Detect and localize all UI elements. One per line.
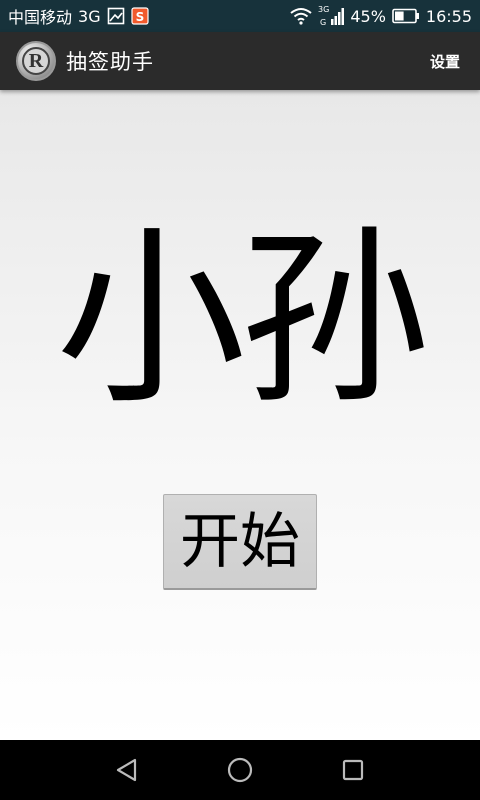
recents-button[interactable] <box>323 740 383 800</box>
status-bar: 中国移动 3G S 3G G 45% 16:55 <box>0 0 480 32</box>
app-logo-icon[interactable]: R <box>16 41 56 81</box>
svg-text:3G: 3G <box>318 5 329 14</box>
home-button[interactable] <box>210 740 270 800</box>
start-button[interactable]: 开始 <box>163 494 317 590</box>
carrier-name: 中国移动 <box>8 8 73 27</box>
status-left: 中国移动 3G S <box>8 4 149 28</box>
s-app-icon: S <box>130 7 149 25</box>
main-content: 小孙 开始 <box>0 90 480 740</box>
clock: 16:55 <box>425 6 472 26</box>
back-icon <box>116 758 136 782</box>
wifi-icon <box>290 7 312 25</box>
image-icon <box>107 7 125 25</box>
svg-text:S: S <box>135 10 144 24</box>
phone-screen: 中国移动 3G S 3G G 45% 16:55 R 抽签助手 设置 小孙 开始 <box>0 0 480 800</box>
recents-icon <box>343 759 364 781</box>
settings-button[interactable]: 设置 <box>430 51 460 72</box>
app-title: 抽签助手 <box>66 50 154 74</box>
draw-result-name: 小孙 <box>55 209 430 430</box>
battery-percent: 45% <box>350 6 386 26</box>
svg-text:G: G <box>320 18 326 27</box>
navigation-bar <box>0 740 480 800</box>
status-right: 3G G 45% 16:55 <box>290 4 472 28</box>
home-icon <box>227 757 253 783</box>
signal-3g-icon: 3G G <box>318 4 345 28</box>
app-logo-letter: R <box>22 47 50 75</box>
network-type: 3G <box>78 6 101 26</box>
action-bar: R 抽签助手 设置 <box>0 32 480 90</box>
back-button[interactable] <box>97 740 157 800</box>
battery-icon <box>392 8 420 24</box>
action-bar-left: R 抽签助手 <box>16 41 154 81</box>
